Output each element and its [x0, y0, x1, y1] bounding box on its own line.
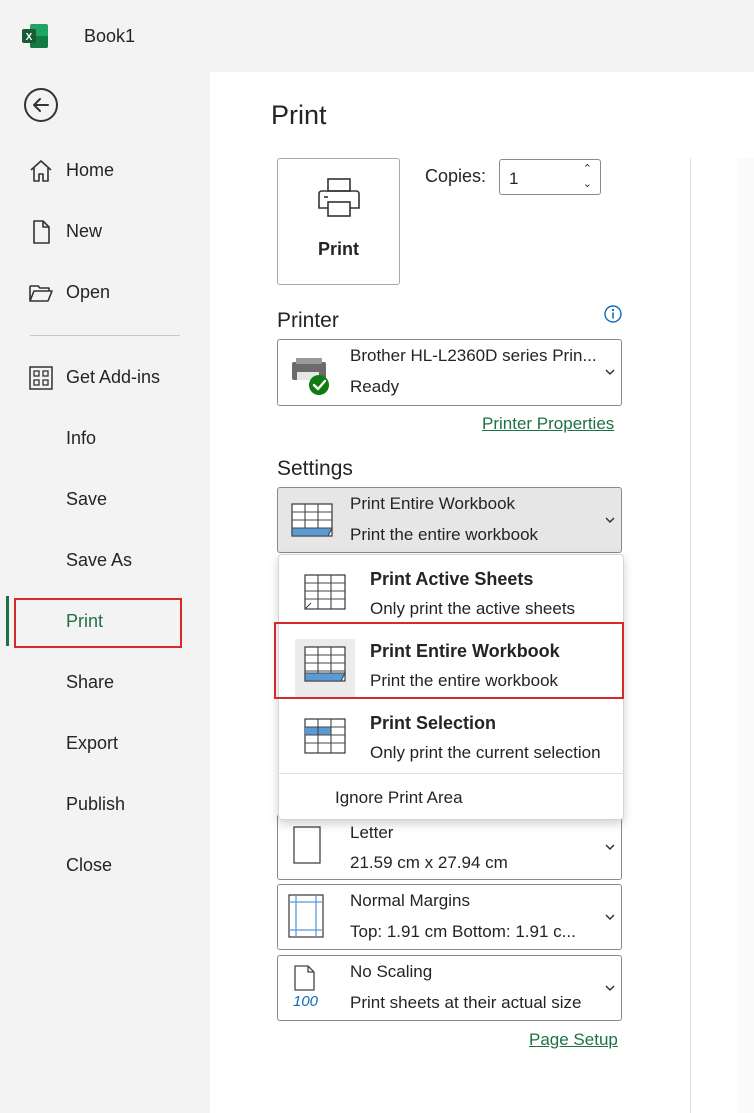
menu-item-title: Print Selection	[370, 713, 497, 733]
nav-item-new[interactable]: New	[0, 207, 205, 257]
nav-label: Get Add-ins	[66, 367, 161, 387]
printer-dropdown[interactable]: Brother HL-L2360D series Prin... Ready	[277, 339, 622, 406]
nav-label: Info	[66, 428, 97, 448]
chevron-down-icon[interactable]: ⌄	[583, 177, 592, 192]
nav-item-info[interactable]: Info	[0, 414, 205, 464]
printer-heading: Printer	[277, 309, 339, 332]
scaling-icon-label: 100	[293, 993, 319, 1010]
nav-item-export[interactable]: Export	[0, 719, 205, 769]
menu-item-print-active-sheets[interactable]: Print Active Sheets Only print the activ…	[279, 557, 625, 629]
menu-item-subtitle: Only print the active sheets	[370, 599, 576, 618]
preview-divider	[690, 158, 691, 1113]
chevron-down-icon	[605, 369, 615, 376]
print-what-dropdown[interactable]: Print Entire Workbook Print the entire w…	[277, 487, 622, 553]
paper-size-dropdown[interactable]: Letter 21.59 cm x 27.94 cm	[277, 814, 622, 880]
scaling-dropdown[interactable]: 100 No Scaling Print sheets at their act…	[277, 955, 622, 1021]
paper-size-subtitle: 21.59 cm x 27.94 cm	[350, 853, 508, 872]
menu-item-subtitle: Only print the current selection	[370, 743, 601, 762]
printer-status: Ready	[350, 377, 400, 396]
home-icon	[30, 160, 52, 182]
nav-label: Close	[66, 855, 113, 875]
nav-item-share[interactable]: Share	[0, 658, 205, 708]
menu-item-print-selection[interactable]: Print Selection Only print the current s…	[279, 701, 625, 773]
nav-item-get-add-ins[interactable]: Get Add-ins	[0, 353, 205, 403]
page-title: Print	[271, 100, 327, 130]
nav-item-open[interactable]: Open	[0, 268, 205, 318]
nav-item-close[interactable]: Close	[0, 841, 205, 891]
stepper-arrows[interactable]: ⌃ ⌄	[583, 162, 592, 192]
printer-properties-link[interactable]: Printer Properties	[482, 414, 614, 434]
margins-dropdown[interactable]: Normal Margins Top: 1.91 cm Bottom: 1.91…	[277, 884, 622, 950]
scaling-subtitle: Print sheets at their actual size	[350, 993, 582, 1012]
chevron-down-icon	[605, 517, 615, 524]
copies-label: Copies:	[425, 166, 487, 186]
app-title: Book1	[84, 26, 136, 46]
nav-label: Save As	[66, 550, 133, 570]
highlight-box-nav-print	[14, 598, 182, 648]
nav-item-save[interactable]: Save	[0, 475, 205, 525]
nav-label: Export	[66, 733, 119, 753]
chevron-down-icon	[605, 844, 615, 851]
copies-stepper[interactable]: 1 ⌃ ⌄	[499, 159, 601, 195]
active-sheets-icon	[304, 574, 346, 610]
menu-item-ignore-print-area[interactable]: Ignore Print Area	[335, 788, 463, 808]
nav-label: Open	[66, 282, 111, 302]
info-icon[interactable]	[604, 305, 622, 323]
menu-item-title: Print Active Sheets	[370, 569, 534, 589]
menu-divider	[279, 773, 625, 774]
printer-ready-icon	[292, 358, 329, 395]
page-setup-link[interactable]: Page Setup	[529, 1030, 618, 1050]
nav-label: Share	[66, 672, 115, 692]
print-button[interactable]: Print	[277, 158, 400, 285]
back-button[interactable]	[24, 88, 58, 122]
print-button-label: Print	[317, 239, 359, 259]
nav-item-publish[interactable]: Publish	[0, 780, 205, 830]
nav-label: Save	[66, 489, 108, 509]
copies-value: 1	[509, 169, 519, 188]
paper-size-title: Letter	[350, 823, 394, 842]
highlight-box-menu-selection	[274, 622, 624, 699]
chevron-down-icon	[605, 914, 615, 921]
settings-heading: Settings	[277, 457, 353, 480]
chevron-up-icon[interactable]: ⌃	[583, 162, 592, 177]
nav-label: New	[66, 221, 103, 241]
chevron-down-icon	[605, 985, 615, 992]
add-ins-grid-icon	[29, 366, 53, 390]
print-what-title: Print Entire Workbook	[350, 494, 516, 513]
nav-label: Home	[66, 160, 115, 180]
print-what-subtitle: Print the entire workbook	[350, 525, 539, 544]
svg-text:X: X	[26, 32, 33, 43]
print-selection-icon	[304, 718, 346, 754]
nav-item-home[interactable]: Home	[0, 146, 205, 196]
nav-divider	[30, 335, 180, 336]
margins-title: Normal Margins	[350, 891, 470, 910]
nav-item-save-as[interactable]: Save As	[0, 536, 205, 586]
printer-name: Brother HL-L2360D series Prin...	[350, 346, 597, 365]
paper-size-icon	[293, 826, 321, 864]
margins-icon	[288, 894, 324, 938]
printer-icon	[318, 178, 360, 217]
nav-label: Publish	[66, 794, 126, 814]
excel-logo-icon: X	[22, 24, 48, 48]
title-bar: X Book1	[0, 0, 754, 72]
back-arrow-icon	[33, 98, 49, 112]
open-folder-icon	[29, 285, 53, 302]
entire-workbook-icon	[291, 503, 333, 537]
scaling-title: No Scaling	[350, 962, 433, 981]
print-preview-area	[738, 158, 754, 1113]
margins-subtitle: Top: 1.91 cm Bottom: 1.91 c...	[350, 922, 576, 941]
new-document-icon	[33, 220, 50, 244]
